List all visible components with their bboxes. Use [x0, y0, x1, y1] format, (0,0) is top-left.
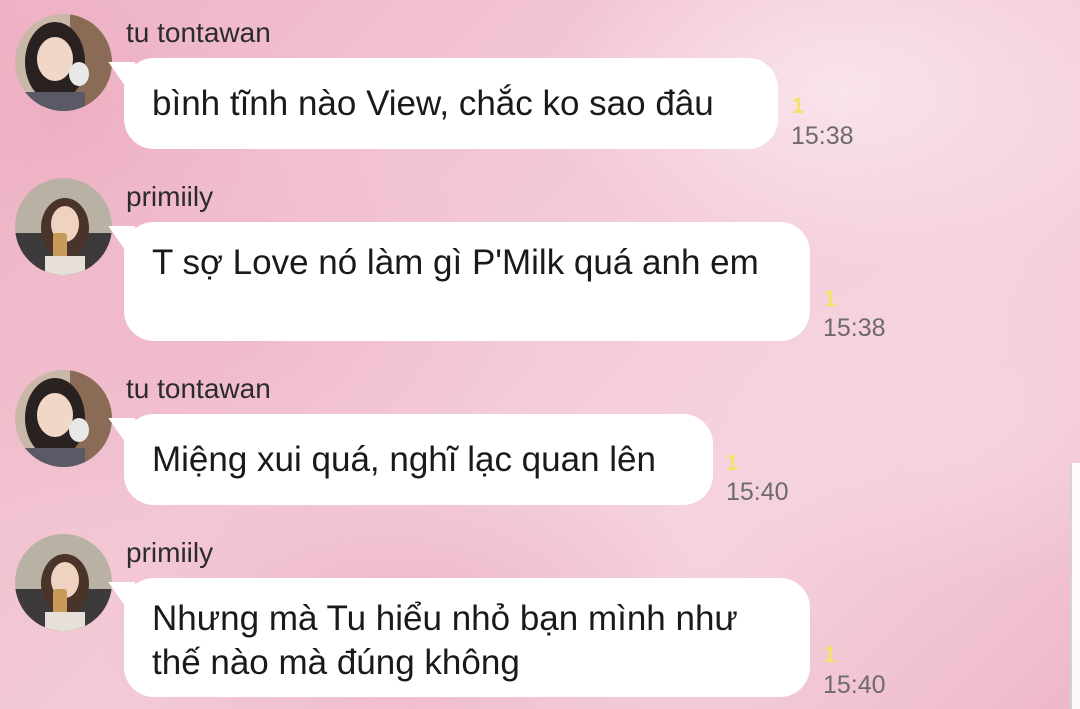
scrollbar[interactable] — [1070, 463, 1080, 709]
sender-name: primiily — [126, 537, 214, 568]
read-count: 1 — [792, 93, 805, 118]
message-text: T sợ Love nó làm gì P'Milk quá anh em — [152, 243, 759, 282]
timestamp: 15:40 — [823, 671, 886, 699]
sender-name: tu tontawan — [126, 373, 271, 404]
timestamp: 15:38 — [791, 122, 854, 150]
avatar-tu-tontawan-icon[interactable] — [15, 370, 112, 467]
avatar-primiily-icon[interactable] — [15, 534, 112, 631]
message-bubble[interactable]: T sợ Love nó làm gì P'Milk quá anh em — [124, 222, 810, 341]
read-count: 1 — [824, 642, 837, 667]
sender-name: tu tontawan — [126, 17, 271, 48]
message-text: Nhưng mà Tu hiểu nhỏ bạn mình như thế nà… — [152, 599, 738, 682]
message-text: Miệng xui quá, nghĩ lạc quan lên — [152, 440, 656, 479]
avatar-tu-tontawan-icon[interactable] — [15, 14, 112, 111]
timestamp: 15:40 — [726, 478, 789, 506]
message-bubble[interactable]: bình tĩnh nào View, chắc ko sao đâu — [124, 58, 778, 149]
read-count: 1 — [726, 450, 739, 475]
read-count: 1 — [824, 286, 837, 311]
sender-name: primiily — [126, 181, 214, 212]
message-bubble[interactable]: Miệng xui quá, nghĩ lạc quan lên — [124, 414, 713, 505]
timestamp: 15:38 — [823, 314, 886, 342]
message-bubble[interactable]: Nhưng mà Tu hiểu nhỏ bạn mình như thế nà… — [124, 578, 810, 697]
message-text: bình tĩnh nào View, chắc ko sao đâu — [152, 84, 714, 123]
avatar-primiily-icon[interactable] — [15, 178, 112, 275]
